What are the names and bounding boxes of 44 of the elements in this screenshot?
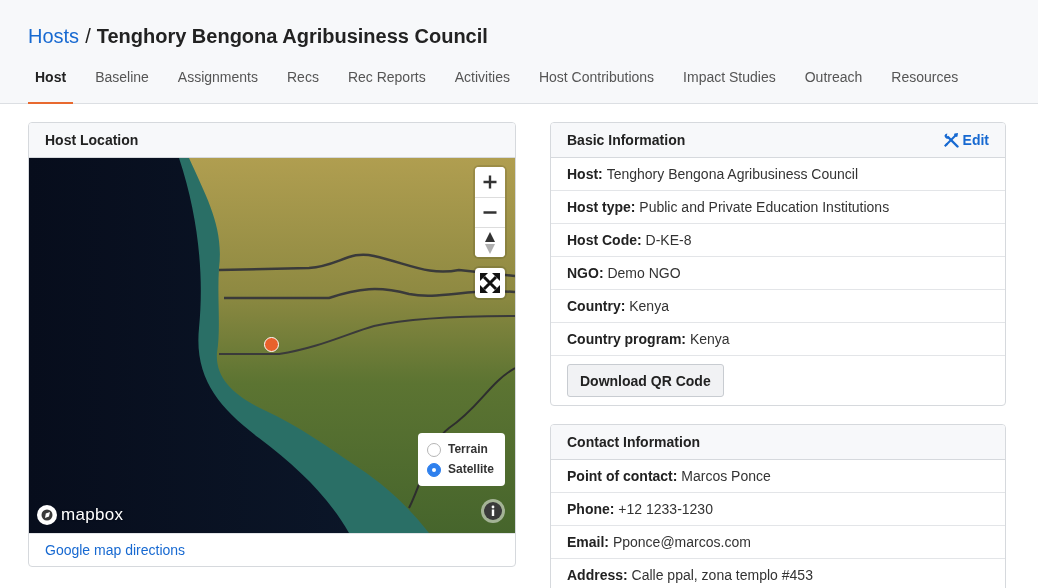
info-row: Host type: Public and Private Education Institutions <box>551 191 1005 224</box>
nav-tab[interactable]: Rec Reports <box>340 60 433 104</box>
info-icon <box>484 502 502 520</box>
nav-tab[interactable]: Impact Studies <box>676 60 783 104</box>
radio-label[interactable]: Terrain <box>448 442 488 457</box>
compass-button[interactable] <box>475 227 505 257</box>
download-qr-button[interactable]: Download QR Code <box>567 364 724 397</box>
info-row: Country program: Kenya <box>551 323 1005 356</box>
nav-tab[interactable]: Host <box>28 60 74 104</box>
info-row: NGO: Demo NGO <box>551 257 1005 290</box>
info-row: Address: Calle ppal, zona templo #453 <box>551 559 1005 588</box>
card-title: Host Location <box>45 132 139 148</box>
info-row: Host Code: D-KE-8 <box>551 224 1005 257</box>
plus-icon <box>483 175 497 189</box>
info-row: Point of contact: Marcos Ponce <box>551 460 1005 493</box>
tools-icon <box>942 132 959 148</box>
breadcrumb-link[interactable]: Hosts <box>28 24 80 48</box>
edit-link[interactable]: Edit <box>942 132 989 148</box>
info-row: Host: Tenghory Bengona Agribusiness Council <box>551 158 1005 191</box>
directions-link[interactable]: Google map directions <box>45 542 186 558</box>
radio-button[interactable] <box>427 462 441 477</box>
card-title: Contact Information <box>567 434 700 450</box>
info-button[interactable] <box>481 499 505 523</box>
radio-label[interactable]: Satellite <box>448 462 495 477</box>
info-row: Country: Kenya <box>551 290 1005 323</box>
info-row: Phone: +12 1233-1230 <box>551 493 1005 526</box>
nav-tab[interactable]: Assignments <box>170 60 265 104</box>
minus-icon <box>483 211 497 214</box>
nav-tab[interactable]: Baseline <box>88 60 156 104</box>
nav-tab[interactable]: Resources <box>884 60 966 104</box>
nav-tab[interactable]: Activities <box>447 60 517 104</box>
breadcrumb-separator: / <box>85 24 91 48</box>
info-row: Email: Pponce@marcos.com <box>551 526 1005 559</box>
compass-icon <box>485 231 495 254</box>
logo-icon <box>37 505 57 525</box>
logo-wordmark: mapbox <box>61 505 124 525</box>
radio-button[interactable] <box>427 442 441 457</box>
expand-icon <box>480 273 500 293</box>
nav-tab[interactable]: Recs <box>280 60 326 104</box>
fullscreen-button[interactable] <box>475 268 505 298</box>
page-title: Tenghory Bengona Agribusiness Council <box>96 24 488 48</box>
nav-tab[interactable]: Host Contributions <box>531 60 662 104</box>
nav-tab[interactable]: Outreach <box>797 60 870 104</box>
card-title: Basic Information <box>567 132 686 148</box>
